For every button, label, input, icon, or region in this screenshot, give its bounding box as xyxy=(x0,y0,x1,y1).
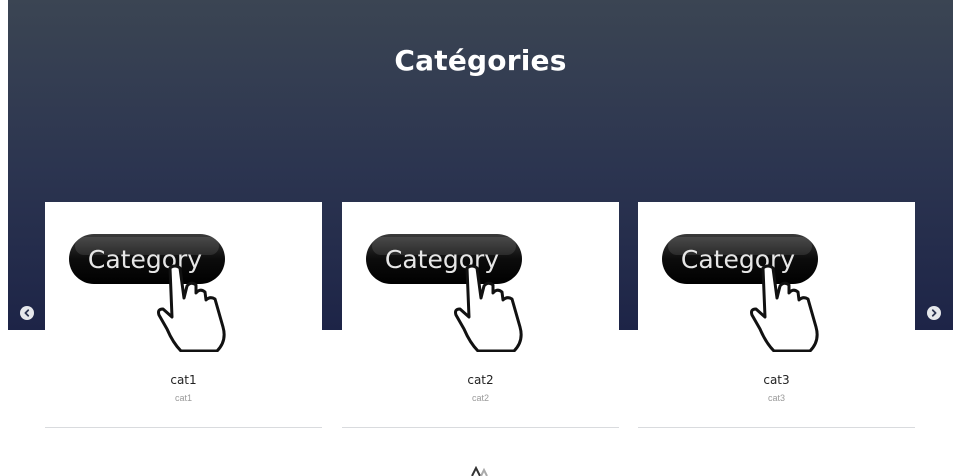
category-button-text: Category xyxy=(88,245,202,274)
carousel-next-button[interactable] xyxy=(927,306,941,320)
scroll-indicator-icon xyxy=(471,466,488,476)
chevron-right-icon xyxy=(931,309,937,317)
category-button-image: Category xyxy=(662,234,819,352)
category-card-2[interactable]: Category cat2 cat2 xyxy=(342,202,619,428)
category-name: cat2 xyxy=(467,373,494,387)
chevron-left-icon xyxy=(24,309,30,317)
page-title: Catégories xyxy=(394,44,567,77)
category-subtitle: cat3 xyxy=(767,393,785,403)
category-name: cat3 xyxy=(763,373,790,387)
category-card-3[interactable]: Category cat3 cat3 xyxy=(638,202,915,428)
category-button-text: Category xyxy=(681,245,795,274)
category-name: cat1 xyxy=(170,373,197,387)
carousel-prev-button[interactable] xyxy=(20,306,34,320)
category-subtitle: cat2 xyxy=(471,393,489,403)
category-button-image: Category xyxy=(366,234,523,352)
category-subtitle: cat1 xyxy=(174,393,192,403)
category-button-image: Category xyxy=(69,234,226,352)
category-card-1[interactable]: Category cat1 cat1 xyxy=(45,202,322,428)
category-button-text: Category xyxy=(385,245,499,274)
